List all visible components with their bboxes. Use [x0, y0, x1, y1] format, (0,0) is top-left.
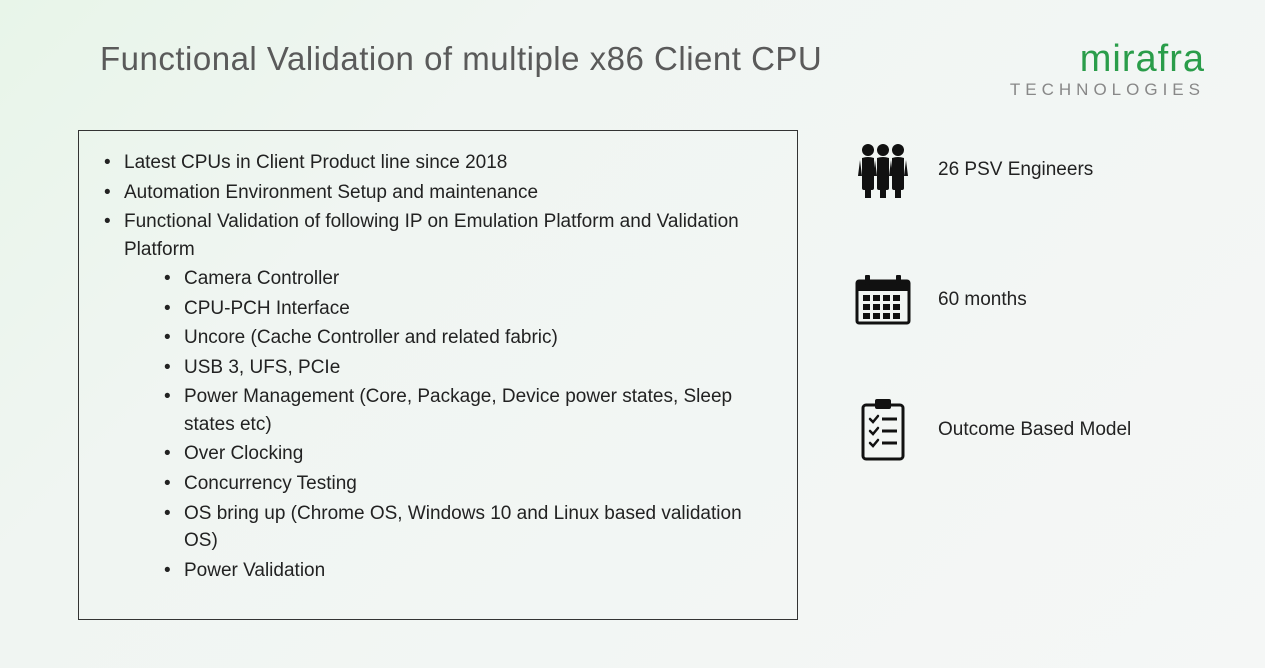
- sub-bullet-item: Camera Controller: [164, 265, 777, 293]
- sub-bullet-list: Camera Controller CPU-PCH Interface Unco…: [124, 265, 777, 584]
- bullet-item: Functional Validation of following IP on…: [104, 208, 777, 584]
- sub-bullet-item: OS bring up (Chrome OS, Windows 10 and L…: [164, 500, 777, 555]
- details-box: Latest CPUs in Client Product line since…: [78, 130, 798, 620]
- sub-bullet-item: Uncore (Cache Controller and related fab…: [164, 324, 777, 352]
- stat-duration: 60 months: [848, 270, 1131, 330]
- stat-label: 60 months: [938, 289, 1027, 311]
- logo-sub-text: TECHNOLOGIES: [1010, 80, 1205, 100]
- stats-column: 26 PSV Engineers: [848, 130, 1131, 620]
- logo: mirafra TECHNOLOGIES: [1010, 40, 1205, 100]
- bullet-item: Automation Environment Setup and mainten…: [104, 179, 777, 207]
- clipboard-icon: [848, 400, 918, 460]
- stat-label: 26 PSV Engineers: [938, 159, 1093, 181]
- page-title: Functional Validation of multiple x86 Cl…: [100, 40, 822, 78]
- stat-label: Outcome Based Model: [938, 419, 1131, 441]
- header: Functional Validation of multiple x86 Cl…: [0, 0, 1265, 100]
- content-area: Latest CPUs in Client Product line since…: [0, 100, 1265, 620]
- bullet-item: Latest CPUs in Client Product line since…: [104, 149, 777, 177]
- calendar-icon: [848, 270, 918, 330]
- sub-bullet-item: Over Clocking: [164, 440, 777, 468]
- stat-engineers: 26 PSV Engineers: [848, 140, 1131, 200]
- sub-bullet-item: Concurrency Testing: [164, 470, 777, 498]
- sub-bullet-item: CPU-PCH Interface: [164, 295, 777, 323]
- bullet-text: Functional Validation of following IP on…: [124, 211, 739, 260]
- logo-main-text: mirafra: [1010, 40, 1205, 78]
- sub-bullet-item: USB 3, UFS, PCIe: [164, 354, 777, 382]
- stat-model: Outcome Based Model: [848, 400, 1131, 460]
- people-icon: [848, 140, 918, 200]
- bullet-list: Latest CPUs in Client Product line since…: [104, 149, 777, 584]
- sub-bullet-item: Power Management (Core, Package, Device …: [164, 383, 777, 438]
- sub-bullet-item: Power Validation: [164, 557, 777, 585]
